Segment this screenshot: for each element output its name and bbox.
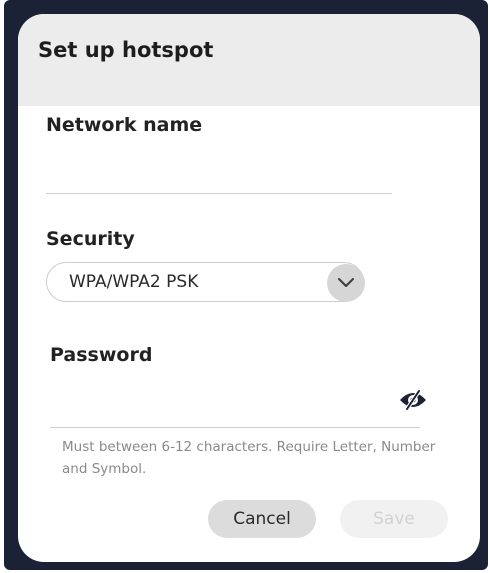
save-button[interactable]: Save xyxy=(340,500,448,538)
security-select[interactable]: WPA/WPA2 PSK xyxy=(46,262,365,302)
password-input[interactable] xyxy=(50,396,420,428)
password-helper-text: Must between 6-12 characters. Require Le… xyxy=(62,439,436,477)
eye-slash-icon xyxy=(400,389,426,411)
chevron-down-icon xyxy=(338,278,354,287)
network-name-label: Network name xyxy=(46,114,203,136)
device-frame: Set up hotspot Network name Security WPA… xyxy=(4,0,488,570)
dialog-header: Set up hotspot xyxy=(18,14,480,106)
password-visibility-toggle[interactable] xyxy=(398,387,428,413)
security-label: Security xyxy=(46,228,135,250)
password-label: Password xyxy=(50,344,153,366)
hotspot-dialog: Set up hotspot Network name Security WPA… xyxy=(18,14,480,562)
cancel-button[interactable]: Cancel xyxy=(208,500,316,538)
security-selected-value: WPA/WPA2 PSK xyxy=(69,272,199,292)
security-dropdown-button[interactable] xyxy=(327,264,365,302)
network-name-input[interactable] xyxy=(46,164,392,194)
dialog-title: Set up hotspot xyxy=(38,38,214,62)
